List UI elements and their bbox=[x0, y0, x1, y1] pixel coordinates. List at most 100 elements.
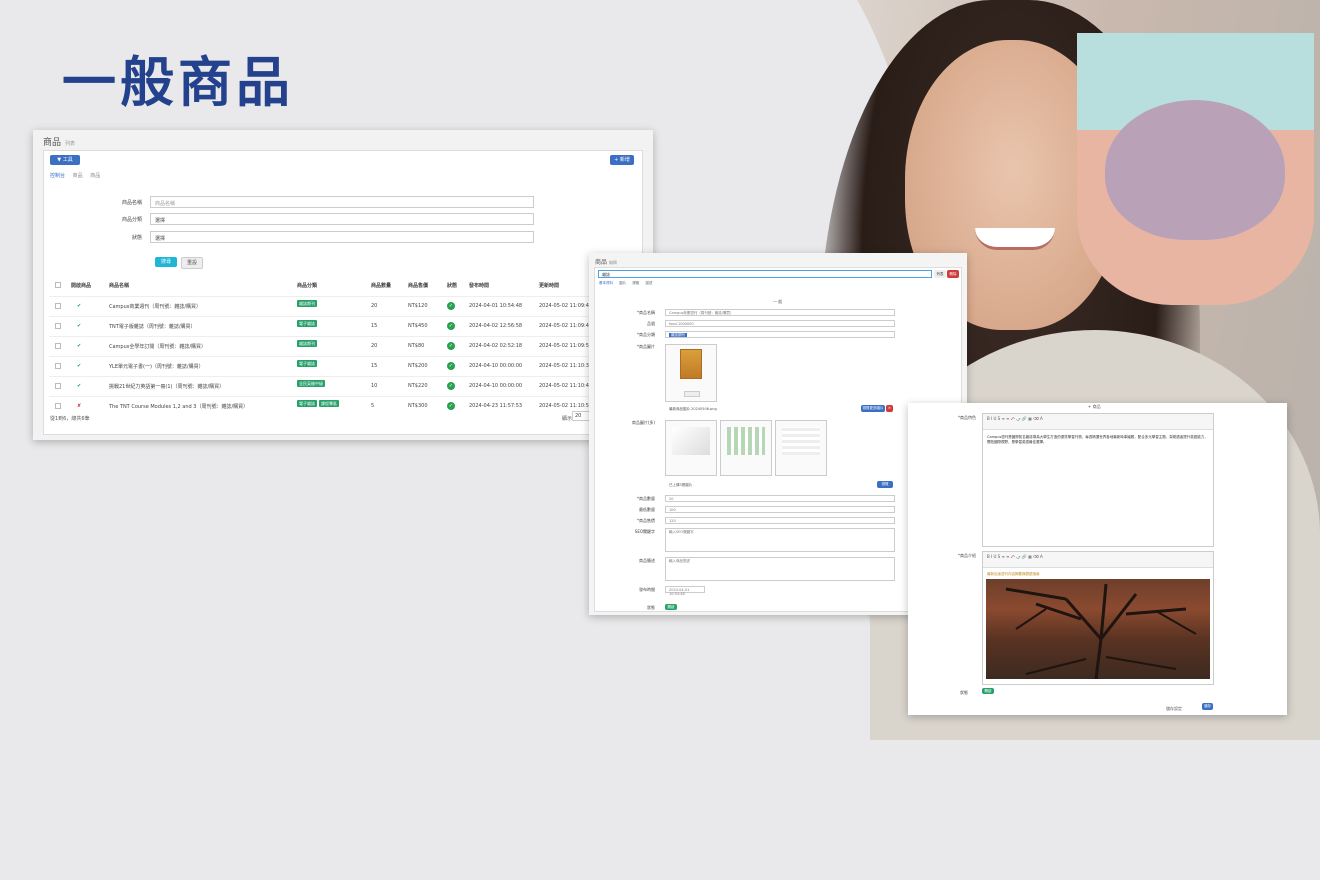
col-updated[interactable]: 更新時間 bbox=[539, 282, 559, 289]
gallery-thumb-1[interactable] bbox=[665, 420, 717, 476]
qty-cell: 10 bbox=[371, 383, 378, 389]
field-name-label: *商品名稱 bbox=[637, 310, 655, 315]
detail-editor-text[interactable]: 最新出版週刊內容摘要與閱讀指南 bbox=[987, 572, 1040, 577]
tools-button[interactable]: ▼ 工具 bbox=[50, 155, 80, 165]
desc-editor[interactable]: B I U S ≡ ≡ ⤺ ⤻ 🔗 ▦ ⌫ A Campus週刊是國際知名雜誌專… bbox=[982, 413, 1214, 547]
row-checkbox[interactable] bbox=[55, 363, 61, 369]
desc-editor-content[interactable]: Campus週刊是國際知名雜誌專為大學生打造的優質學習刊物，每週精選世界各地最新… bbox=[987, 435, 1209, 445]
gallery-thumb-2[interactable] bbox=[720, 420, 772, 476]
product-name[interactable]: Campus全學年訂閱（周刊號：雜誌/購買） bbox=[109, 343, 206, 350]
status-check-icon[interactable]: ✓ bbox=[447, 402, 455, 410]
field-sku-input[interactable]: food-1000000 bbox=[665, 320, 895, 327]
row-checkbox[interactable] bbox=[55, 323, 61, 329]
edit-name-bar[interactable]: 雜誌 bbox=[598, 270, 932, 278]
table-row[interactable]: ✔ 挑戰21世紀力英語第一冊(1)（周刊號：雜誌/購買） 全民英檢中級 10 NT$22… bbox=[49, 376, 639, 396]
select-all-checkbox[interactable] bbox=[55, 282, 61, 288]
col-enabled[interactable]: 開啟商品 bbox=[71, 282, 91, 289]
gallery-thumb-3[interactable] bbox=[775, 420, 827, 476]
qty-input[interactable]: 20 bbox=[665, 495, 895, 502]
browse-image-button[interactable]: 瀏覽更多圖片 bbox=[861, 405, 885, 412]
enabled-icon[interactable]: ✔ bbox=[77, 323, 81, 329]
col-qty[interactable]: 商品數量 bbox=[371, 282, 391, 289]
gallery-image-3 bbox=[782, 427, 820, 455]
product-name[interactable]: 挑戰21世紀力英語第一冊(1)（周刊號：雜誌/購買） bbox=[109, 383, 224, 390]
tab-basic[interactable]: 基本資料 bbox=[599, 281, 613, 285]
list-button[interactable]: 列表 bbox=[934, 270, 946, 278]
product-name[interactable]: Campus商業週刊（周刊號：雜誌/購買） bbox=[109, 303, 201, 310]
title-text: 商品 bbox=[43, 138, 62, 148]
row-checkbox[interactable] bbox=[55, 383, 61, 389]
remove-image-button[interactable]: ✕ bbox=[886, 405, 893, 412]
add-button[interactable]: + 新增 bbox=[610, 155, 634, 165]
enabled-icon[interactable]: ✔ bbox=[77, 303, 81, 309]
filter-status-select[interactable]: 選擇 bbox=[150, 231, 534, 243]
price-cell: NT$200 bbox=[408, 363, 428, 369]
table-row[interactable]: ✔ Campus商業週刊（周刊號：雜誌/購買） 雜誌期刊 20 NT$120 ✓ 2024-… bbox=[49, 296, 639, 316]
desc-editor-toolbar[interactable]: B I U S ≡ ≡ ⤺ ⤻ 🔗 ▦ ⌫ A bbox=[983, 414, 1213, 430]
status-label: 狀態 bbox=[647, 605, 655, 610]
row-checkbox[interactable] bbox=[55, 343, 61, 349]
save-button[interactable]: 儲存 bbox=[1202, 703, 1213, 710]
product-name[interactable]: The TNT Course Modules 1,2 and 3（周刊號：雜誌/… bbox=[109, 403, 248, 410]
enabled-icon[interactable]: ✔ bbox=[77, 383, 81, 389]
tree-photo bbox=[986, 579, 1210, 679]
status-check-icon[interactable]: ✓ bbox=[447, 342, 455, 350]
col-status[interactable]: 狀態 bbox=[447, 282, 457, 289]
table-row[interactable]: ✘ The TNT Course Modules 1,2 and 3（周刊號：雜誌… bbox=[49, 396, 639, 416]
photo-smile bbox=[975, 228, 1055, 250]
breadcrumb-home[interactable]: 控制台 bbox=[50, 173, 65, 179]
status-check-icon[interactable]: ✓ bbox=[447, 322, 455, 330]
filter-category-label: 商品分類 bbox=[121, 217, 142, 223]
main-image-thumb[interactable] bbox=[665, 344, 717, 402]
category-cell: 電子雜誌 bbox=[297, 320, 319, 327]
product-name[interactable]: YLE單元電子書(一)（周刊號：雜誌/購買） bbox=[109, 363, 204, 370]
detail-editor-toolbar[interactable]: B I U S ≡ ≡ ⤺ ⤻ 🔗 ▦ ⌫ A bbox=[983, 552, 1213, 568]
table-row[interactable]: ✔ YLE單元電子書(一)（周刊號：雜誌/購買） 電子雜誌 15 NT$200 ✓ 2024… bbox=[49, 356, 639, 376]
price-cell: NT$220 bbox=[408, 383, 428, 389]
min-qty-input[interactable]: 100 bbox=[665, 506, 895, 513]
list-card: ▼ 工具 + 新增 控制台 商品 商品 商品名稱 商品名稱 商品分類 選擇 狀態… bbox=[43, 150, 643, 435]
breadcrumb-section[interactable]: 商品 bbox=[73, 173, 83, 179]
per-page-select[interactable]: 20 bbox=[572, 411, 590, 421]
price-input[interactable]: 120 bbox=[665, 517, 895, 524]
gallery-image-1 bbox=[672, 427, 710, 455]
image-actions[interactable] bbox=[684, 391, 700, 397]
filter-category-select[interactable]: 選擇 bbox=[150, 213, 534, 225]
enabled-icon[interactable]: ✘ bbox=[77, 403, 81, 409]
detail-header: + 商品 bbox=[1088, 404, 1101, 409]
tab-images[interactable]: 圖片 bbox=[619, 281, 626, 285]
desc-textarea[interactable]: 輸入商品簡述 bbox=[665, 557, 895, 581]
category-tag: 雜誌期刊 bbox=[297, 300, 317, 307]
row-checkbox[interactable] bbox=[55, 303, 61, 309]
seo-textarea[interactable]: 輸入SEO關鍵字 bbox=[665, 528, 895, 552]
field-name-input[interactable]: Campus商業週刊（周刊號：雜誌/購買） bbox=[665, 309, 895, 316]
search-button[interactable]: 搜尋 bbox=[155, 257, 177, 267]
tab-spec[interactable]: 規格 bbox=[632, 281, 639, 285]
browse-gallery-button[interactable]: 瀏覽 bbox=[877, 481, 893, 488]
published-cell: 2024-04-23 11:57:53 bbox=[469, 403, 523, 409]
status-check-icon[interactable]: ✓ bbox=[447, 382, 455, 390]
table-row[interactable]: ✔ Campus全學年訂閱（周刊號：雜誌/購買） 雜誌期刊 20 NT$80 ✓ 2024-… bbox=[49, 336, 639, 356]
status-check-icon[interactable]: ✓ bbox=[447, 302, 455, 310]
product-detail-window: + 商品 *商品特色 B I U S ≡ ≡ ⤺ ⤻ 🔗 ▦ ⌫ A Campu… bbox=[908, 403, 1287, 715]
col-category[interactable]: 商品分類 bbox=[297, 282, 317, 289]
col-name[interactable]: 商品名稱 bbox=[109, 282, 129, 289]
date-input[interactable]: 2024-04-01 10:54:48 bbox=[665, 586, 705, 596]
col-published[interactable]: 發布時間 bbox=[469, 282, 489, 289]
status-toggle[interactable]: 開啟 bbox=[665, 604, 677, 610]
filter-name-input[interactable]: 商品名稱 bbox=[150, 196, 534, 208]
category-chip[interactable]: 雜誌期刊 bbox=[669, 333, 687, 337]
col-price[interactable]: 商品售價 bbox=[408, 282, 428, 289]
tab-desc[interactable]: 描述 bbox=[645, 281, 652, 285]
status-check-icon[interactable]: ✓ bbox=[447, 362, 455, 370]
enabled-icon[interactable]: ✔ bbox=[77, 363, 81, 369]
enabled-icon[interactable]: ✔ bbox=[77, 343, 81, 349]
product-name[interactable]: TNT電子版雜誌（周刊號：雜誌/購買） bbox=[109, 323, 196, 330]
reset-button[interactable]: 重設 bbox=[181, 257, 203, 269]
table-row[interactable]: ✔ TNT電子版雜誌（周刊號：雜誌/購買） 電子雜誌 15 NT$450 ✓ 2024-04… bbox=[49, 316, 639, 336]
field-category-select[interactable]: 雜誌期刊 bbox=[665, 331, 895, 338]
delete-button[interactable]: 刪除 bbox=[947, 270, 959, 278]
w3-status-toggle[interactable]: 開啟 bbox=[982, 688, 994, 694]
row-checkbox[interactable] bbox=[55, 403, 61, 409]
category-tag: 課程專區 bbox=[319, 400, 339, 407]
